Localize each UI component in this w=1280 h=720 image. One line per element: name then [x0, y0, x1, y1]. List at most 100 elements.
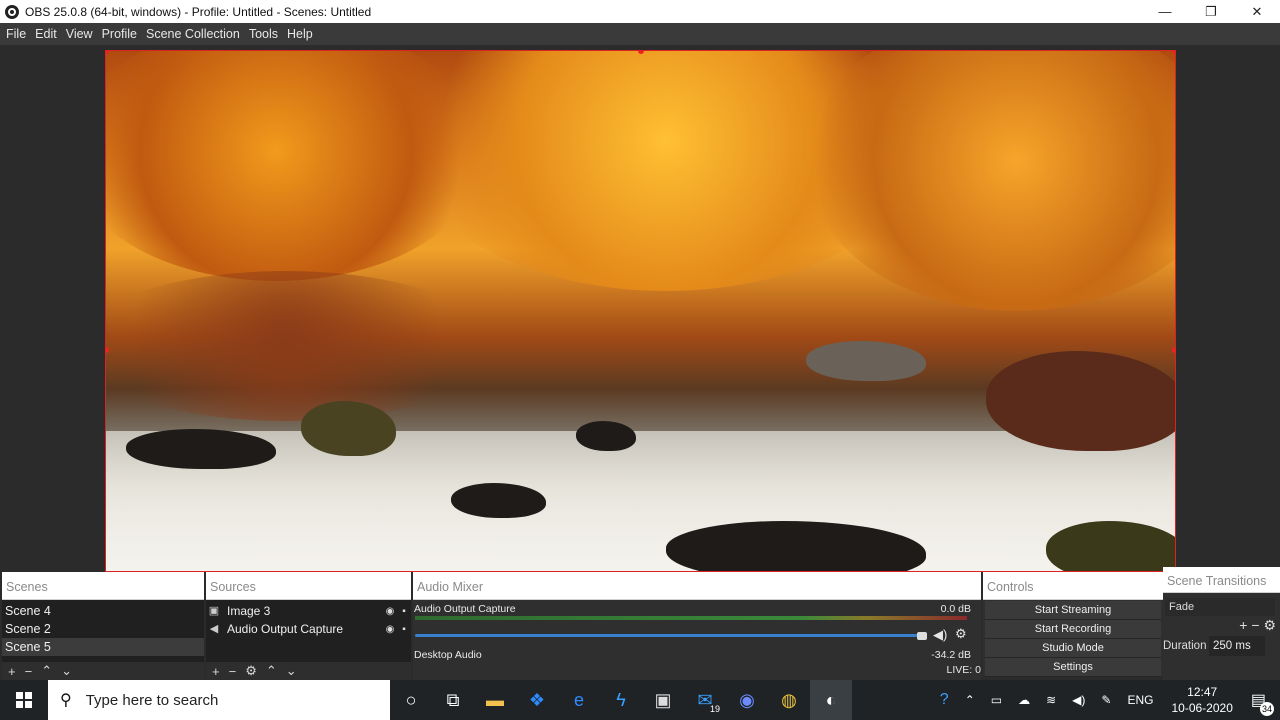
add-scene-icon[interactable]: +	[8, 664, 16, 679]
start-recording-button[interactable]: Start Recording	[985, 620, 1161, 639]
windows-taskbar: ⚲ Type here to search ○ ⧉ ▬ ❖ e ϟ ▣ ✉ 19 …	[0, 680, 1280, 720]
windows-logo-icon	[16, 692, 32, 708]
rock-shape	[126, 429, 276, 469]
action-center-icon[interactable]: ▤ 34	[1243, 690, 1280, 716]
resize-handle[interactable]	[1172, 51, 1175, 54]
remove-source-icon[interactable]: −	[229, 664, 237, 679]
taskbar-search[interactable]: ⚲ Type here to search	[48, 680, 390, 720]
pen-icon[interactable]: ✎	[1093, 693, 1119, 707]
move-up-icon[interactable]: ⌃	[41, 663, 52, 679]
rock-shape	[451, 483, 546, 518]
lock-icon[interactable]: ▪	[397, 624, 411, 635]
system-tray: ? ⌃ ▭ ☁ ≋ ◀) ✎ ENG 12:47 10-06-2020 ▤ 34	[932, 680, 1280, 720]
source-name: Image 3	[227, 604, 271, 618]
menu-file[interactable]: File	[2, 27, 30, 41]
onedrive-cloud-icon[interactable]: ☁	[1010, 693, 1038, 707]
volume-slider-knob[interactable]	[917, 632, 927, 640]
scenes-title: Scenes	[2, 572, 204, 600]
move-up-icon[interactable]: ⌃	[266, 663, 277, 679]
gear-icon[interactable]: ⚙	[955, 626, 967, 642]
menu-profile[interactable]: Profile	[98, 27, 141, 41]
menu-help[interactable]: Help	[283, 27, 317, 41]
controls-title: Controls	[983, 572, 1163, 600]
settings-button[interactable]: Settings	[985, 658, 1161, 677]
visibility-eye-icon[interactable]: ◉	[383, 624, 397, 635]
transition-select[interactable]: Fade	[1165, 598, 1275, 616]
source-preview-image[interactable]	[105, 50, 1176, 572]
obs-taskbar-icon[interactable]: ◐	[810, 680, 852, 720]
show-hidden-icons-chevron-icon[interactable]: ⌃	[957, 693, 983, 707]
menu-edit[interactable]: Edit	[31, 27, 61, 41]
speaker-icon: ◀	[209, 623, 219, 635]
source-item[interactable]: ▣ Image 3 ◉ ▪	[206, 602, 411, 620]
transition-tools: + − ⚙	[1239, 617, 1276, 634]
remove-scene-icon[interactable]: −	[25, 664, 33, 679]
start-button[interactable]	[0, 680, 48, 720]
wifi-icon[interactable]: ≋	[1038, 693, 1064, 707]
remove-transition-icon[interactable]: −	[1251, 617, 1259, 633]
edge-icon[interactable]: e	[558, 680, 600, 720]
visibility-eye-icon[interactable]: ◉	[383, 606, 397, 617]
notification-count: 34	[1260, 702, 1274, 716]
move-down-icon[interactable]: ⌄	[286, 663, 297, 679]
channel-volume-db: -34.2 dB	[931, 649, 971, 661]
clock[interactable]: 12:47 10-06-2020	[1161, 684, 1242, 716]
scene-item-selected[interactable]: Scene 5	[2, 638, 204, 656]
meter-scale	[415, 620, 967, 630]
file-explorer-icon[interactable]: ▬	[474, 680, 516, 720]
mail-badge: 19	[709, 704, 720, 714]
mixer-channels: Audio Output Capture 0.0 dB ◀) ⚙ Desktop…	[413, 600, 981, 680]
lightning-app-icon[interactable]: ϟ	[600, 680, 642, 720]
source-name: Audio Output Capture	[227, 622, 344, 636]
sources-dock: Sources ▣ Image 3 ◉ ▪ ◀ Audio Output Cap…	[206, 572, 411, 680]
browser-icon[interactable]: ◉	[726, 680, 768, 720]
channel-volume-db: 0.0 dB	[940, 603, 971, 615]
duration-label: Duration	[1163, 640, 1207, 652]
scene-item[interactable]: Scene 4	[2, 602, 204, 620]
help-icon[interactable]: ?	[932, 691, 957, 709]
scene-item[interactable]: Scene 2	[2, 620, 204, 638]
live-status: LIVE: 0	[946, 664, 981, 676]
channel-name: Audio Output Capture	[414, 603, 516, 615]
chrome-icon[interactable]: ◍	[768, 680, 810, 720]
store-icon[interactable]: ▣	[642, 680, 684, 720]
volume-icon[interactable]: ◀)	[1064, 693, 1093, 707]
menu-view[interactable]: View	[62, 27, 97, 41]
source-item[interactable]: ◀ Audio Output Capture ◉ ▪	[206, 620, 411, 638]
add-source-icon[interactable]: +	[212, 664, 220, 679]
controls-body: Start Streaming Start Recording Studio M…	[983, 600, 1163, 677]
duration-spinbox[interactable]: 250 ms	[1209, 636, 1265, 656]
dropbox-icon[interactable]: ❖	[516, 680, 558, 720]
obs-logo-icon	[5, 4, 19, 19]
move-down-icon[interactable]: ⌄	[61, 663, 72, 679]
task-view-icon[interactable]: ⧉	[432, 680, 474, 720]
cortana-icon[interactable]: ○	[390, 680, 432, 720]
source-properties-gear-icon[interactable]: ⚙	[245, 663, 257, 679]
battery-icon[interactable]: ▭	[983, 693, 1010, 707]
scene-transitions-dock: Scene Transitions Fade + − ⚙ Duration 25…	[1163, 567, 1280, 683]
menu-tools[interactable]: Tools	[245, 27, 282, 41]
lock-icon[interactable]: ▪	[397, 606, 411, 617]
rock-shape	[986, 351, 1175, 451]
menu-scene-collection[interactable]: Scene Collection	[142, 27, 244, 41]
language-indicator[interactable]: ENG	[1119, 693, 1161, 707]
studio-mode-button[interactable]: Studio Mode	[985, 639, 1161, 658]
image-icon: ▣	[208, 605, 220, 617]
search-placeholder: Type here to search	[85, 691, 219, 709]
mail-icon[interactable]: ✉ 19	[684, 680, 726, 720]
source-list: ▣ Image 3 ◉ ▪ ◀ Audio Output Capture ◉ ▪	[206, 600, 411, 662]
clock-date: 10-06-2020	[1171, 701, 1233, 715]
minimize-button[interactable]: —	[1142, 0, 1188, 23]
scene-transitions-title: Scene Transitions	[1163, 567, 1280, 593]
gear-icon[interactable]: ⚙	[1263, 617, 1276, 633]
volume-slider[interactable]	[415, 634, 923, 637]
speaker-mute-icon[interactable]: ◀)	[933, 627, 947, 643]
add-transition-icon[interactable]: +	[1239, 617, 1247, 633]
close-button[interactable]: ✕	[1234, 0, 1280, 23]
start-streaming-button[interactable]: Start Streaming	[985, 601, 1161, 620]
maximize-button[interactable]: ❐	[1188, 0, 1234, 23]
rock-shape	[576, 421, 636, 451]
title-bar: OBS 25.0.8 (64-bit, windows) - Profile: …	[0, 0, 1280, 23]
channel-name: Desktop Audio	[414, 649, 482, 661]
resize-handle[interactable]	[1172, 347, 1175, 353]
